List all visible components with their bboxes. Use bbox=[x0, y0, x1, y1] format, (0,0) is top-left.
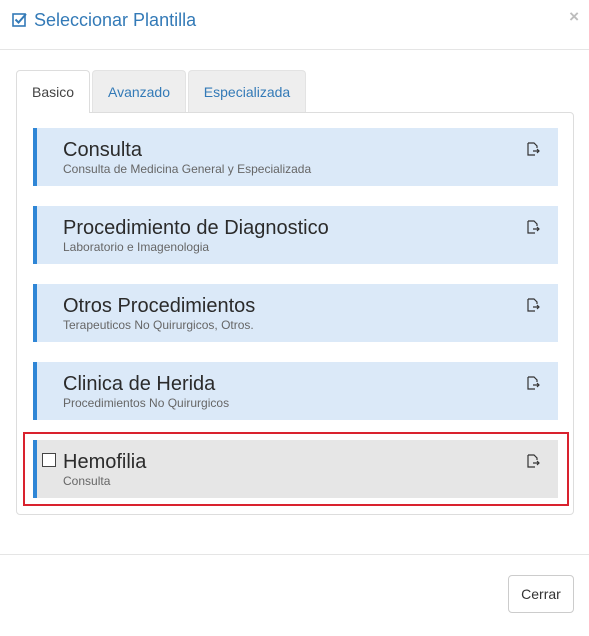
template-title: Procedimiento de Diagnostico bbox=[63, 217, 329, 239]
template-card-clinica-herida[interactable]: Clinica de Herida Procedimientos No Quir… bbox=[33, 362, 558, 420]
template-title: Clinica de Herida bbox=[63, 373, 216, 395]
template-subtitle: Terapeuticos No Quirurgicos, Otros. bbox=[63, 318, 254, 332]
modal-header: Seleccionar Plantilla × bbox=[0, 0, 589, 50]
template-card-procedimiento-diagnostico[interactable]: Procedimiento de Diagnostico Laboratorio… bbox=[33, 206, 558, 264]
template-subtitle: Consulta de Medicina General y Especiali… bbox=[63, 162, 312, 176]
close-button[interactable]: Cerrar bbox=[508, 575, 574, 613]
tab-basico[interactable]: Basico bbox=[16, 70, 90, 113]
checkbox-checked-icon bbox=[12, 13, 27, 27]
template-subtitle: Laboratorio e Imagenologia bbox=[63, 240, 210, 254]
document-export-icon[interactable] bbox=[526, 142, 540, 157]
close-icon[interactable]: × bbox=[569, 7, 579, 27]
tab-pane-basico: Consulta Consulta de Medicina General y … bbox=[16, 112, 574, 515]
template-card-otros-procedimientos[interactable]: Otros Procedimientos Terapeuticos No Qui… bbox=[33, 284, 558, 342]
checkbox-unchecked-icon[interactable] bbox=[42, 453, 56, 467]
tab-especializada[interactable]: Especializada bbox=[188, 70, 306, 112]
template-title: Otros Procedimientos bbox=[63, 295, 256, 317]
template-card-hemofilia[interactable]: Hemofilia Consulta bbox=[33, 440, 558, 498]
modal-footer: Cerrar bbox=[0, 554, 589, 636]
template-subtitle: Consulta bbox=[63, 474, 111, 488]
tab-avanzado[interactable]: Avanzado bbox=[92, 70, 186, 112]
template-title: Hemofilia bbox=[63, 451, 147, 473]
template-tabs: Basico Avanzado Especializada bbox=[16, 70, 573, 113]
document-export-icon[interactable] bbox=[526, 220, 540, 235]
document-export-icon[interactable] bbox=[526, 298, 540, 313]
document-export-icon[interactable] bbox=[526, 454, 540, 469]
template-title: Consulta bbox=[63, 139, 142, 161]
template-card-consulta[interactable]: Consulta Consulta de Medicina General y … bbox=[33, 128, 558, 186]
modal-title: Seleccionar Plantilla bbox=[34, 10, 197, 30]
document-export-icon[interactable] bbox=[526, 376, 540, 391]
template-subtitle: Procedimientos No Quirurgicos bbox=[63, 396, 230, 410]
